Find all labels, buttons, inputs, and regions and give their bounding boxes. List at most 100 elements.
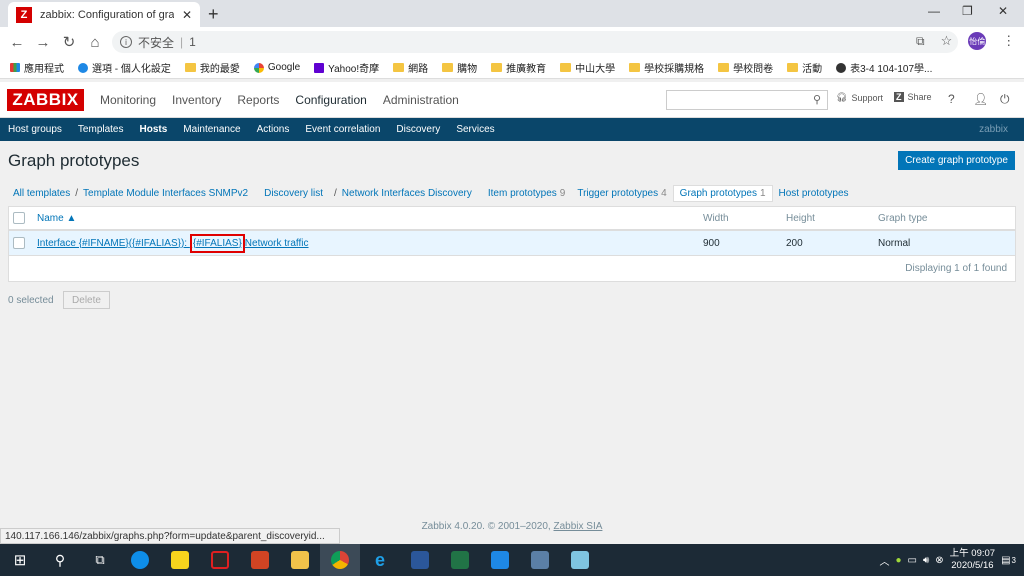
bookmark-item[interactable]: 學校採購規格 (629, 60, 704, 75)
row-checkbox[interactable] (13, 237, 25, 249)
tab-item-prototypes[interactable]: Item prototypes 9 (482, 188, 571, 199)
player-app-icon[interactable] (160, 544, 200, 576)
bookmark-item[interactable]: 活動 (787, 60, 822, 75)
create-graph-prototype-button[interactable]: Create graph prototype (898, 151, 1015, 170)
submenu-maintenance[interactable]: Maintenance (175, 124, 248, 135)
bookmark-label: 購物 (457, 64, 478, 75)
user-profile-icon[interactable]: 👤︎ (973, 92, 988, 106)
search-icon[interactable]: ⚲ (40, 544, 80, 576)
bookmark-label: 網路 (408, 64, 429, 75)
breadcrumb-discovery-list[interactable]: Discovery list (258, 188, 329, 199)
column-name-header[interactable]: Name ▲ (37, 213, 76, 224)
clock[interactable]: 上午 09:07 2020/5/16 (950, 548, 995, 572)
bookmark-item[interactable]: 網路 (393, 60, 428, 75)
chrome-icon[interactable] (320, 544, 360, 576)
bookmark-label: 推廣教育 (506, 64, 547, 75)
tab-host-prototypes[interactable]: Host prototypes (773, 188, 855, 199)
submenu-discovery[interactable]: Discovery (388, 124, 448, 135)
table-footer: Displaying 1 of 1 found (9, 256, 1015, 281)
bookmark-item[interactable]: 應用程式 (10, 60, 64, 75)
profile-avatar[interactable]: 怡倫 (968, 32, 987, 50)
bookmark-item[interactable]: Google (253, 62, 300, 73)
help-icon[interactable]: ? (948, 92, 955, 106)
bookmark-item[interactable]: 表3-4 104-107學... (836, 60, 932, 75)
breadcrumb-all-templates[interactable]: All templates (8, 188, 70, 199)
back-icon[interactable]: ← (4, 34, 30, 51)
network-app-icon[interactable] (520, 544, 560, 576)
graph-prototype-name-link[interactable]: Interface {#IFNAME}({#IFALIAS}): {#IFALI… (37, 233, 309, 253)
footer-zabbix-sia-link[interactable]: Zabbix SIA (554, 521, 603, 532)
browser-tab-bar: Z zabbix: Configuration of graph ✕ + — ❐… (0, 0, 1024, 27)
submenu-actions[interactable]: Actions (249, 124, 298, 135)
home-icon[interactable]: ⌂ (82, 34, 108, 51)
bookmark-item[interactable]: 選項 - 個人化設定 (78, 60, 171, 75)
network-icon[interactable]: ▭ (908, 555, 917, 566)
close-tab-icon[interactable]: ✕ (182, 8, 192, 22)
browser-tab[interactable]: Z zabbix: Configuration of graph ✕ (8, 2, 200, 27)
url-input[interactable]: i 不安全 | 1 (112, 31, 958, 53)
app-red-arrow-icon[interactable] (200, 544, 240, 576)
forward-icon[interactable]: → (30, 34, 56, 51)
menu-administration[interactable]: Administration (375, 93, 467, 107)
translate-icon[interactable]: ⧉ (916, 34, 925, 49)
powerpoint-icon[interactable] (240, 544, 280, 576)
breadcrumb-template[interactable]: Template Module Interfaces SNMPv2 (83, 188, 248, 199)
task-view-icon[interactable]: ⧉ (80, 544, 120, 576)
bookmark-star-icon[interactable]: ☆ (941, 33, 953, 49)
windows-start-icon[interactable]: ⊞ (0, 544, 40, 576)
menu-reports[interactable]: Reports (229, 93, 287, 107)
search-input[interactable]: ⚲ (666, 90, 828, 110)
maximize-icon[interactable]: ❐ (962, 4, 973, 18)
tab-graph-prototypes[interactable]: Graph prototypes 1 (672, 184, 773, 202)
bookmark-label: 中山大學 (575, 64, 616, 75)
submenu-templates[interactable]: Templates (70, 124, 132, 135)
submenu-hosts[interactable]: Hosts (132, 124, 176, 135)
bookmark-item[interactable]: 學校問卷 (718, 60, 773, 75)
app-blue-icon[interactable] (480, 544, 520, 576)
ime-icon[interactable]: ⊗ (935, 555, 943, 566)
share-link[interactable]: Z Share (894, 92, 932, 102)
show-hidden-icons-icon[interactable]: ︿ (879, 553, 889, 568)
bookmark-item[interactable]: 推廣教育 (491, 60, 546, 75)
table-row[interactable]: Interface {#IFNAME}({#IFALIAS}): {#IFALI… (9, 231, 1015, 256)
minimize-icon[interactable]: — (928, 4, 940, 18)
select-all-checkbox[interactable] (13, 212, 25, 224)
submenu-event-correlation[interactable]: Event correlation (297, 124, 388, 135)
app-cyan-icon[interactable] (560, 544, 600, 576)
window-close-icon[interactable]: ✕ (998, 4, 1008, 18)
volume-icon[interactable]: 🔊︎ (923, 555, 929, 566)
zabbix-logo[interactable]: ZABBIX (7, 89, 84, 111)
file-explorer-icon[interactable] (280, 544, 320, 576)
sign-out-icon[interactable]: ⏻ (1000, 92, 1010, 107)
menu-inventory[interactable]: Inventory (164, 93, 229, 107)
tab-item-prototypes-label: Item prototypes (487, 187, 557, 199)
tab-title: zabbix: Configuration of graph (40, 8, 174, 21)
reload-icon[interactable]: ↻ (56, 33, 82, 51)
bookmark-item[interactable]: 我的最愛 (184, 60, 240, 75)
submenu-services[interactable]: Services (448, 124, 502, 135)
breadcrumb-discovery-rule[interactable]: Network Interfaces Discovery (342, 188, 472, 199)
excel-icon[interactable] (440, 544, 480, 576)
menu-monitoring[interactable]: Monitoring (92, 93, 164, 107)
search-icon[interactable]: ⚲ (813, 93, 821, 106)
menu-icon[interactable]: ⋮ (1002, 33, 1015, 49)
word-icon[interactable] (400, 544, 440, 576)
notification-center-icon[interactable]: ▤ 3 (1001, 555, 1016, 566)
support-link[interactable]: 🎧︎ Support (836, 92, 883, 103)
tray-app-icon[interactable]: ● (895, 555, 901, 566)
url-separator: | (180, 35, 184, 49)
bookmark-item[interactable]: Yahoo!奇摩 (314, 60, 379, 75)
menu-configuration[interactable]: Configuration (287, 93, 374, 107)
delete-button[interactable]: Delete (63, 291, 110, 309)
internet-explorer-icon[interactable]: e (360, 544, 400, 576)
info-icon[interactable]: i (120, 36, 132, 48)
new-tab-button[interactable]: + (208, 4, 219, 25)
teamviewer-icon[interactable] (120, 544, 160, 576)
bookmark-item[interactable]: 購物 (442, 60, 477, 75)
item-prototypes-count: 9 (559, 187, 566, 199)
submenu-host-groups[interactable]: Host groups (0, 124, 70, 135)
bookmark-item[interactable]: 中山大學 (560, 60, 615, 75)
tab-trigger-prototypes[interactable]: Trigger prototypes 4 (571, 188, 672, 199)
top-menu: Monitoring Inventory Reports Configurati… (92, 82, 467, 118)
bookmark-label: 學校問卷 (733, 64, 774, 75)
